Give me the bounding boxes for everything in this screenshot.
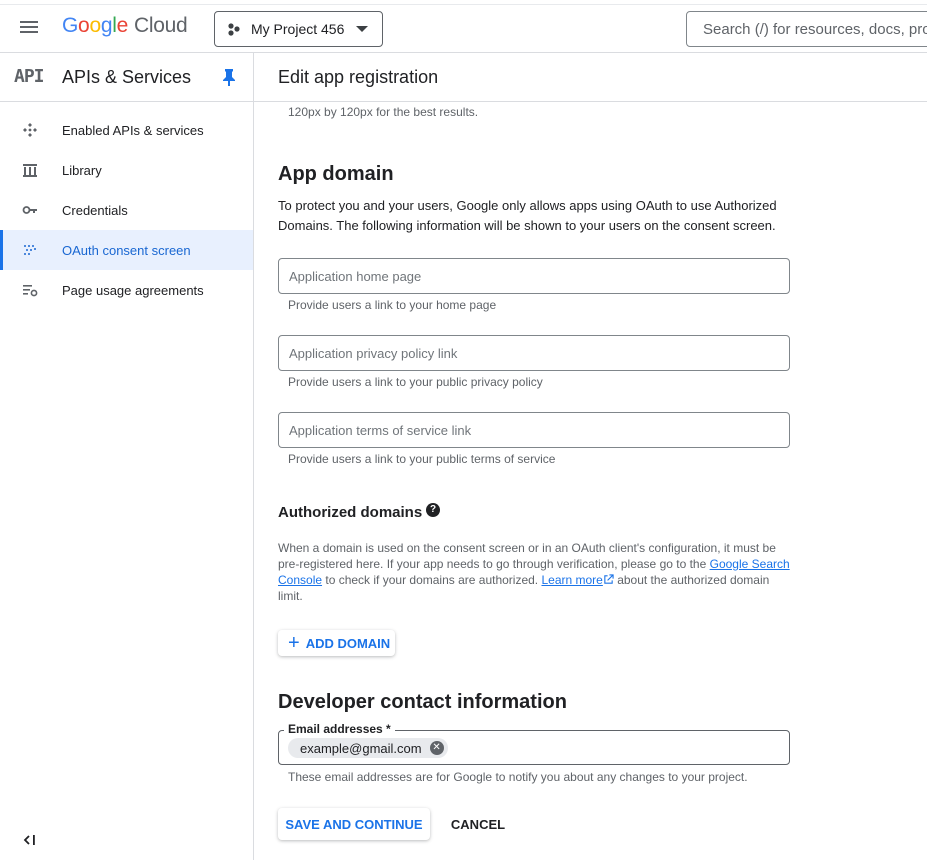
search-input[interactable] <box>686 11 927 47</box>
sidebar-item-label: Enabled APIs & services <box>62 122 204 138</box>
sidebar-item-label: OAuth consent screen <box>62 242 191 258</box>
collapse-sidebar-icon[interactable] <box>22 832 38 848</box>
sidebar-item-credentials[interactable]: Credentials <box>0 190 253 230</box>
chevron-down-icon <box>356 26 368 32</box>
external-link-icon <box>604 574 614 584</box>
authorized-domains-description: When a domain is used on the consent scr… <box>278 540 790 604</box>
project-icon <box>228 23 240 36</box>
sidebar-item-oauth-consent[interactable]: OAuth consent screen <box>0 230 253 270</box>
email-addresses-label: Email addresses * <box>284 722 395 736</box>
library-icon <box>23 164 37 177</box>
add-domain-button[interactable]: + ADD DOMAIN <box>278 630 395 656</box>
auth-desc-text: When a domain is used on the consent scr… <box>278 541 776 571</box>
privacy-policy-hint: Provide users a link to your public priv… <box>288 375 543 389</box>
remove-chip-icon[interactable]: ✕ <box>429 741 444 755</box>
key-icon <box>22 206 37 214</box>
sidebar-item-library[interactable]: Library <box>0 150 253 190</box>
logo-size-note: 120px by 120px for the best results. <box>288 105 479 119</box>
sidebar-nav: Enabled APIs & services Library Credenti… <box>0 110 253 310</box>
developer-contact-heading: Developer contact information <box>278 691 567 713</box>
sidebar-item-label: Page usage agreements <box>62 282 204 298</box>
email-chip-text: example@gmail.com <box>300 740 422 756</box>
home-page-hint: Provide users a link to your home page <box>288 298 497 312</box>
logo-letter: o <box>89 14 101 37</box>
cancel-button[interactable]: CANCEL <box>442 808 514 840</box>
main-content: Edit app registration 120px by 120px for… <box>254 53 927 860</box>
terms-of-service-hint: Provide users a link to your public term… <box>288 452 556 466</box>
sidebar-item-label: Credentials <box>62 202 128 218</box>
email-chip: example@gmail.com ✕ <box>288 738 448 758</box>
api-logo-icon: API <box>14 66 44 87</box>
top-divider <box>0 4 927 5</box>
sidebar-title: APIs & Services <box>62 67 192 87</box>
google-cloud-logo[interactable]: Google Cloud <box>62 14 188 38</box>
enabled-apis-icon <box>23 123 37 137</box>
home-page-input[interactable] <box>278 258 790 294</box>
project-selector-button[interactable]: My Project 456 <box>214 11 383 47</box>
sidebar-item-label: Library <box>62 162 102 178</box>
main-menu-icon[interactable] <box>20 18 44 38</box>
help-icon[interactable]: ? <box>426 503 440 517</box>
sidebar: API APIs & Services Enabled APIs & servi… <box>0 53 254 860</box>
learn-more-link[interactable]: Learn more <box>541 573 602 587</box>
project-name: My Project 456 <box>251 21 345 37</box>
oauth-dots-icon <box>24 245 36 255</box>
auth-desc-text: to check if your domains are authorized. <box>322 573 542 587</box>
logo-cloud-text: Cloud <box>133 14 188 37</box>
logo-letter: g <box>100 14 113 37</box>
app-domain-description: To protect you and your users, Google on… <box>278 198 777 233</box>
terms-of-service-input[interactable] <box>278 412 790 448</box>
top-bar: Google Cloud My Project 456 <box>0 0 927 53</box>
page-title: Edit app registration <box>278 67 439 87</box>
sidebar-header: API APIs & Services <box>0 53 253 102</box>
save-and-continue-button[interactable]: SAVE AND CONTINUE <box>278 808 430 840</box>
sidebar-item-page-usage[interactable]: Page usage agreements <box>0 270 253 310</box>
privacy-policy-input[interactable] <box>278 335 790 371</box>
sidebar-item-enabled-apis[interactable]: Enabled APIs & services <box>0 110 253 150</box>
logo-letter: e <box>116 14 129 37</box>
app-domain-heading: App domain <box>278 163 394 185</box>
logo-letter: G <box>62 14 79 37</box>
add-domain-label: ADD DOMAIN <box>305 635 391 651</box>
settings-list-icon <box>23 285 38 297</box>
main-header: Edit app registration <box>254 53 927 102</box>
email-hint: These email addresses are for Google to … <box>288 770 748 784</box>
logo-letter: o <box>78 14 90 37</box>
pin-icon[interactable] <box>222 68 236 86</box>
authorized-domains-heading: Authorized domains <box>278 504 423 521</box>
plus-icon: + <box>288 632 300 654</box>
